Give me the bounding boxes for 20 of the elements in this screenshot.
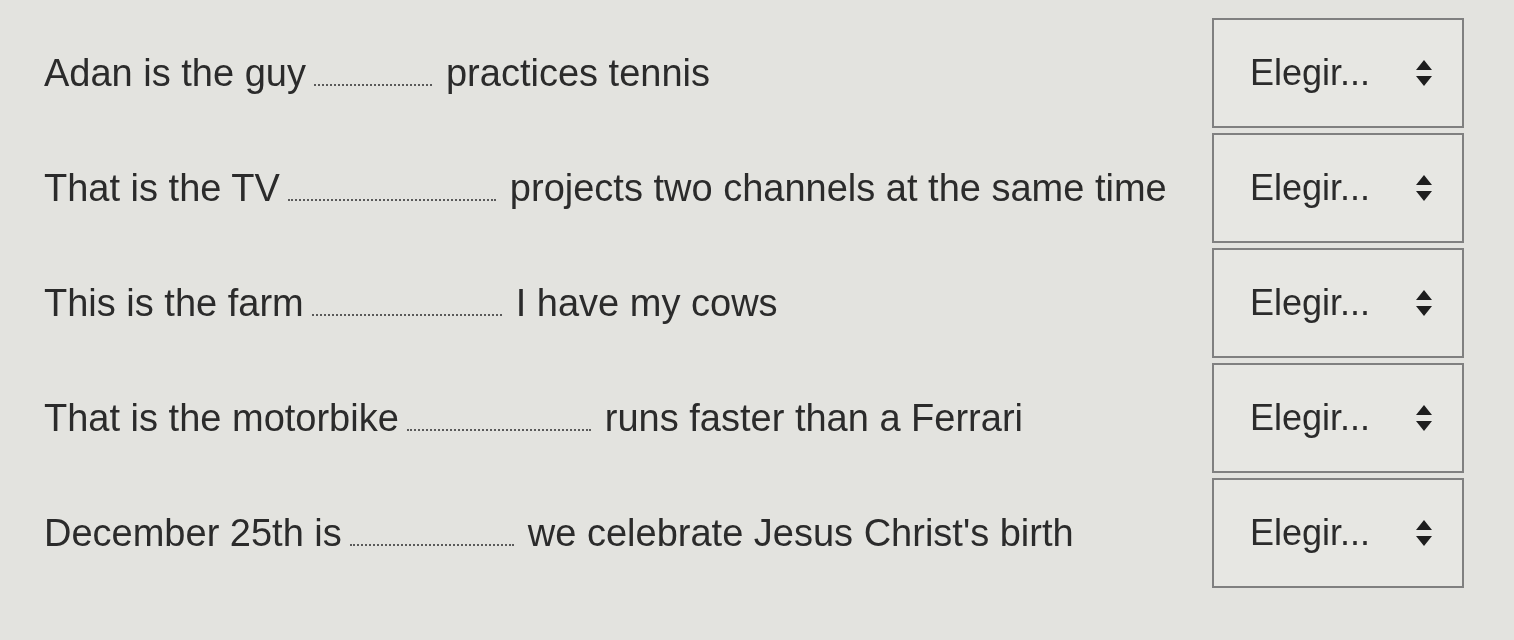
sentence-start-text: Adan is the guy [44,51,306,95]
up-down-caret-icon [1416,405,1432,431]
sentence-start-text: That is the TV [44,166,280,210]
sentence-start-text: December 25th is [44,511,342,555]
sentence-end-text: practices tennis [445,51,710,95]
sentence-end-text: projects two channels at the same time [509,166,1167,210]
up-down-caret-icon [1416,60,1432,86]
sentence-start-text: This is the farm [44,281,304,325]
sentence-end-text: we celebrate Jesus Christ's birth [527,511,1074,555]
sentence-end-text: runs faster than a Ferrari [604,396,1023,440]
answer-dropdown[interactable]: Elegir... [1212,133,1464,243]
sentence-end-text: I have my cows [515,281,778,325]
answer-dropdown[interactable]: Elegir... [1212,18,1464,128]
up-down-caret-icon [1416,290,1432,316]
answer-dropdown[interactable]: Elegir... [1212,363,1464,473]
up-down-caret-icon [1416,520,1432,546]
answer-dropdown[interactable]: Elegir... [1212,248,1464,358]
up-down-caret-icon [1416,175,1432,201]
sentence-start-text: That is the motorbike [44,396,399,440]
answer-dropdown[interactable]: Elegir... [1212,478,1464,588]
